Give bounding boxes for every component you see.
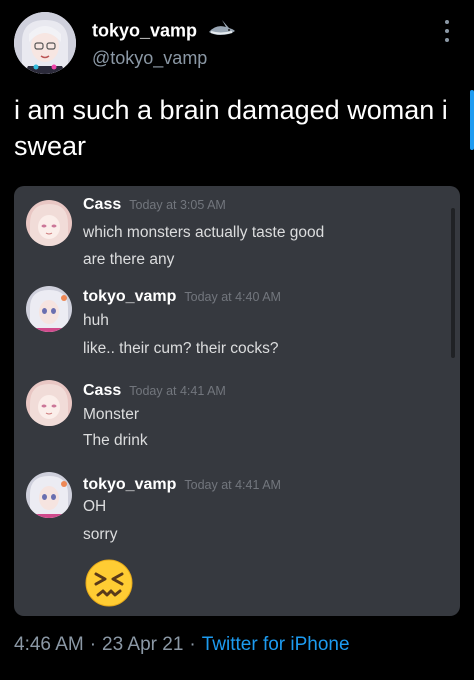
shark-icon [208,20,236,43]
message-timestamp: Today at 4:41 AM [129,384,226,398]
separator: · [189,634,196,655]
user-avatar[interactable] [14,12,76,74]
tokyo-vamp-avatar [26,286,72,332]
message-timestamp: Today at 4:41 AM [184,478,281,492]
author-name: Cass [83,196,122,213]
tweet: tokyo_vamp @tokyo_vamp i am such a brain… [0,0,474,680]
message-line: like.. their cum? their cocks? [83,340,279,357]
message-line: are there any [83,251,175,268]
tweet-source-link[interactable]: Twitter for iPhone [202,634,350,655]
author-name: Cass [83,382,122,399]
user-name-text: tokyo_vamp [92,20,198,41]
discord-scrollbar [451,208,455,358]
confounded-face-icon [84,558,134,608]
user-name[interactable]: tokyo_vamp [92,20,236,43]
message-author: Cass Today at 3:05 AM [83,196,226,214]
message-line: OH [83,498,107,515]
author-name: tokyo_vamp [83,288,177,305]
message-line: The drink [83,432,148,449]
cass-avatar [26,380,72,426]
tweet-date[interactable]: 23 Apr 21 [102,634,183,655]
message-author: tokyo_vamp Today at 4:40 AM [83,288,281,306]
user-handle[interactable]: @tokyo_vamp [92,48,207,69]
message-line: sorry [83,526,118,543]
message-author: Cass Today at 4:41 AM [83,382,226,400]
more-options-icon[interactable] [444,20,450,42]
author-name: tokyo_vamp [83,476,177,493]
scroll-indicator [470,90,474,150]
message-author: tokyo_vamp Today at 4:41 AM [83,476,281,494]
cass-avatar [26,200,72,246]
tweet-text: i am such a brain damaged woman i swear [14,95,448,161]
message-timestamp: Today at 3:05 AM [129,198,226,212]
discord-screenshot[interactable]: Cass Today at 3:05 AM which monsters actu… [14,186,460,616]
message-line: huh [83,312,109,329]
message-timestamp: Today at 4:40 AM [184,290,281,304]
tweet-time[interactable]: 4:46 AM [14,634,84,655]
message-line: which monsters actually taste good [83,224,325,241]
message-line: Monster [83,406,139,423]
tweet-meta: 4:46 AM · 23 Apr 21 · Twitter for iPhone [14,634,350,656]
tokyo-vamp-avatar [26,472,72,518]
separator: · [89,634,97,655]
